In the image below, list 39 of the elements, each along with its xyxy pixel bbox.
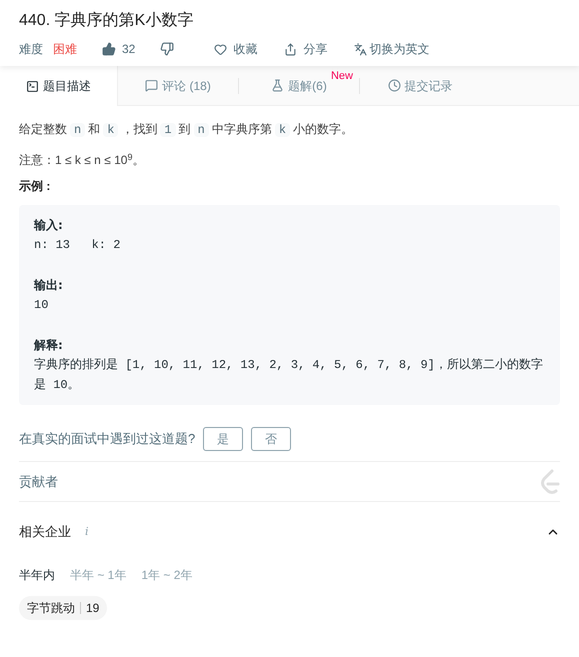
thumbs-up-icon bbox=[102, 42, 116, 56]
dislike-button[interactable] bbox=[160, 42, 174, 56]
description-icon bbox=[26, 80, 39, 92]
heart-icon bbox=[214, 42, 228, 56]
favorite-button[interactable]: 收藏 bbox=[214, 40, 258, 58]
example-label: 输出: bbox=[34, 277, 64, 294]
comment-icon bbox=[145, 79, 158, 92]
company-tag[interactable]: 字节跳动 19 bbox=[19, 596, 108, 620]
tab[interactable]: 提交记录 bbox=[360, 66, 480, 105]
companies-title: 相关企业 bbox=[19, 523, 71, 541]
flask-icon bbox=[271, 79, 284, 92]
tab[interactable]: 评论 (18) bbox=[118, 66, 238, 105]
example-heading: 示例 : bbox=[19, 178, 52, 195]
tab[interactable]: 题解(6) New bbox=[239, 66, 359, 105]
problem-title: 440. 字典序的第K小数字 bbox=[19, 10, 194, 31]
example-text: n: 13 k: 2 bbox=[34, 237, 122, 254]
problem-description: 给定整数 n 和 k ，找到 1 到 n 中字典序第 k 小的数字。 bbox=[19, 121, 354, 139]
share-button[interactable]: 分享 bbox=[284, 40, 328, 58]
difficulty-label: 难度 bbox=[19, 41, 43, 58]
period-filter[interactable]: 半年内 bbox=[19, 566, 55, 584]
logo-icon bbox=[540, 468, 560, 494]
example-text: 字典序的排列是 [1, 10, 11, 12, 13, 2, 3, 4, 5, 6, 7, 8, 9]，所以第二小的数字是 10。 bbox=[34, 356, 544, 394]
example-text: 10 bbox=[34, 297, 50, 314]
difficulty-value: 困难 bbox=[53, 41, 77, 58]
tab[interactable]: 题目描述 bbox=[0, 66, 118, 106]
translate-button[interactable]: 切换为英文 bbox=[354, 40, 430, 58]
clock-icon bbox=[388, 79, 400, 92]
example-label: 输入: bbox=[34, 217, 64, 234]
constraint-note: 注意：1 ≤ k ≤ n ≤ 10$^{9}$。 bbox=[19, 150, 146, 169]
answer-button[interactable]: 是 bbox=[203, 427, 244, 451]
contributors-label: 贡献者 bbox=[19, 472, 58, 491]
answer-button[interactable]: 否 bbox=[251, 427, 292, 451]
interview-question: 在真实的面试中遇到过这道题? bbox=[19, 430, 196, 448]
info-icon: i bbox=[85, 524, 89, 540]
share-icon bbox=[284, 42, 298, 56]
like-button[interactable]: 32 bbox=[102, 40, 136, 58]
translate-icon bbox=[354, 42, 368, 56]
new-label: New bbox=[330, 69, 353, 84]
example-label: 解释: bbox=[34, 337, 64, 354]
